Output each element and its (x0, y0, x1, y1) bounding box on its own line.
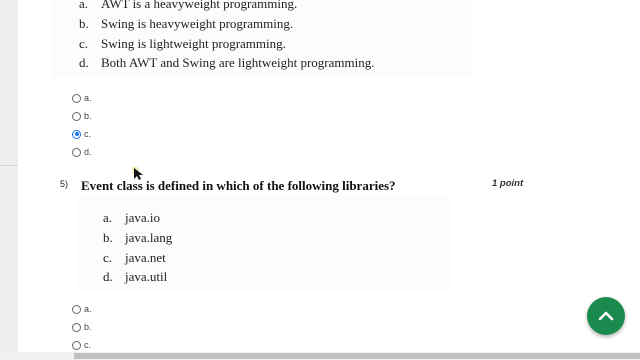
scroll-to-top-button[interactable] (587, 297, 625, 335)
radio-button[interactable] (72, 322, 81, 332)
prev-option-c: c. Swing is lightweight programming. (79, 36, 286, 51)
q5-option-c: c. java.net (103, 250, 166, 265)
q5-answer-c[interactable]: c. (72, 338, 91, 352)
q5-answer-a[interactable]: a. (72, 302, 92, 316)
prev-answer-d[interactable]: d. (72, 145, 92, 159)
left-divider (0, 165, 18, 166)
radio-button[interactable] (72, 340, 81, 350)
q5-option-a: a. java.io (103, 210, 161, 225)
points-label: 1 point (492, 178, 524, 189)
prev-option-a: a. AWT is a heavyweight programming. (79, 0, 298, 11)
prev-answer-c[interactable]: c. (72, 127, 91, 141)
prev-answer-a[interactable]: a. (72, 91, 92, 105)
prev-option-d: d. Both AWT and Swing are lightweight pro… (79, 55, 375, 70)
question-text: Event class is defined in which of the f… (81, 178, 396, 193)
radio-button-selected[interactable] (72, 129, 81, 139)
prev-answer-b[interactable]: b. (72, 109, 92, 123)
horizontal-scrollbar[interactable] (0, 352, 640, 360)
chevron-up-icon (598, 311, 614, 321)
scrollbar-thumb[interactable] (74, 353, 640, 359)
question-number: 5) (60, 179, 69, 189)
radio-button[interactable] (72, 304, 81, 314)
q5-option-b: b. java.lang (103, 230, 173, 245)
radio-button[interactable] (72, 147, 81, 157)
radio-button[interactable] (72, 93, 81, 103)
radio-button[interactable] (72, 111, 81, 121)
q5-answer-b[interactable]: b. (72, 320, 92, 334)
q5-option-d: d. java.util (103, 269, 168, 284)
prev-option-b: b. Swing is heavyweight programming. (79, 16, 294, 31)
